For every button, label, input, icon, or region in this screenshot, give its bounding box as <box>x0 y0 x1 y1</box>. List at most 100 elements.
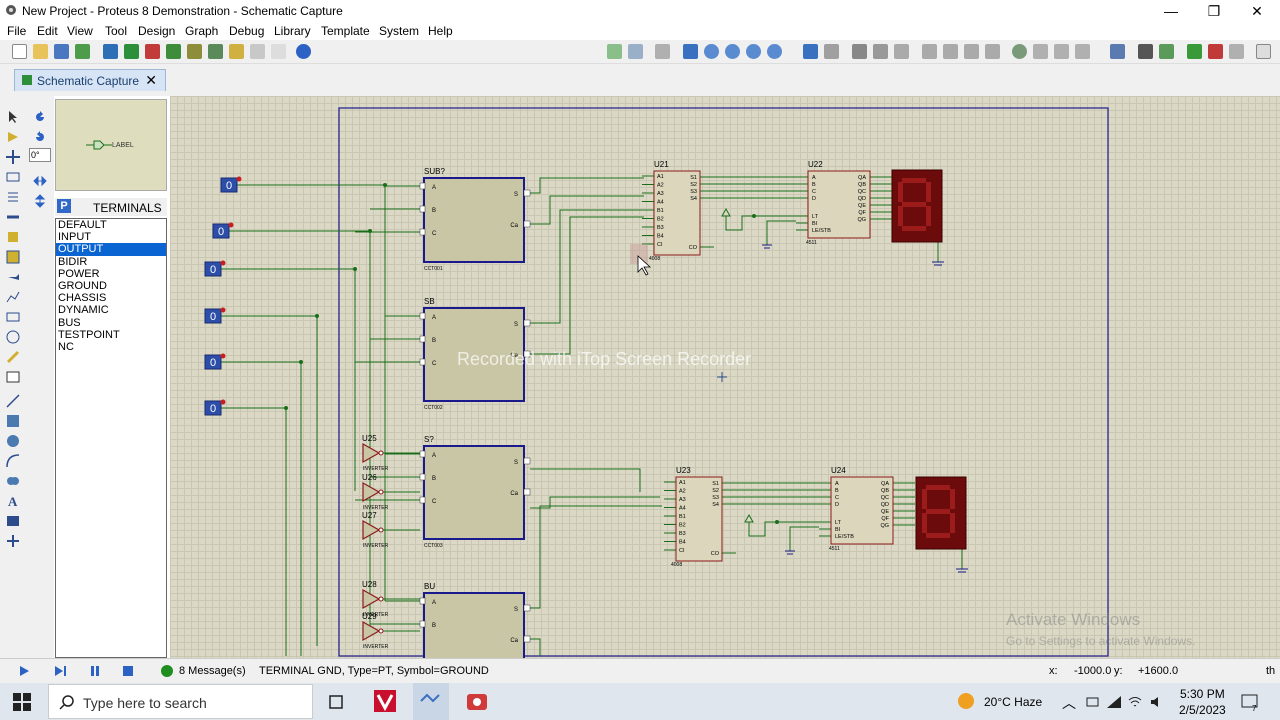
inverter-gate[interactable] <box>362 442 381 464</box>
block-id[interactable]: CCT001 <box>424 266 443 272</box>
property-assign-icon[interactable] <box>1159 44 1174 59</box>
zoom-area-icon[interactable] <box>767 44 782 59</box>
list-item[interactable]: TESTPOINT <box>56 329 166 341</box>
ic-pin-label[interactable]: B3 <box>657 225 664 231</box>
terminals-mode-icon[interactable] <box>6 250 20 264</box>
ic-pin-label[interactable]: LT <box>835 520 842 526</box>
text-2d-icon[interactable]: A <box>6 494 20 508</box>
ic-pin-label[interactable]: A1 <box>657 174 664 180</box>
menu-view[interactable]: View <box>67 24 93 38</box>
logic-input-value[interactable]: 0 <box>218 226 224 238</box>
schematic-canvas[interactable]: 0 0 0 0 0 0 SUB? CCT001 A B C S Ca SB CCT002 A B C S Ca S? CC… <box>170 96 1280 658</box>
inverter-type[interactable]: INVERTER <box>363 644 389 650</box>
inverter-ref[interactable]: U28 <box>362 580 377 589</box>
ic-pin-label[interactable]: D <box>835 502 839 508</box>
bom-icon[interactable] <box>229 44 244 59</box>
search-tag-icon[interactable] <box>1138 44 1153 59</box>
block-input-port[interactable] <box>419 358 426 366</box>
block-pin-label[interactable]: C <box>432 231 437 237</box>
subcircuit-mode-icon[interactable] <box>6 230 20 244</box>
selection-mode-icon[interactable] <box>6 110 20 124</box>
ic-pin-label[interactable]: S2 <box>712 488 719 494</box>
inverter-gate[interactable] <box>362 519 381 541</box>
block-pin-label[interactable]: A <box>432 185 436 191</box>
block-delete-icon[interactable] <box>985 44 1000 59</box>
block-input-port[interactable] <box>419 620 426 628</box>
undo-icon[interactable] <box>803 44 818 59</box>
pause-button[interactable] <box>88 664 102 678</box>
menu-system[interactable]: System <box>379 24 419 38</box>
block-name[interactable]: BU <box>424 582 435 591</box>
ic-pin-label[interactable]: B1 <box>657 208 664 214</box>
ic-pin-label[interactable]: CI <box>679 548 685 554</box>
ic-pin-label[interactable]: CO <box>689 245 698 251</box>
list-item[interactable]: INPUT <box>56 231 166 243</box>
zoom-in-icon[interactable] <box>704 44 719 59</box>
help-icon[interactable] <box>296 44 311 59</box>
inverter-bubble[interactable] <box>378 596 384 602</box>
block-pin-label[interactable]: C <box>432 499 437 505</box>
ic-pin-label[interactable]: A3 <box>679 497 686 503</box>
isis-taskbar-button[interactable] <box>413 683 449 720</box>
block-pin-label[interactable]: S <box>514 192 518 198</box>
subcircuit-block[interactable] <box>423 592 525 658</box>
inverter-gate[interactable] <box>362 588 381 610</box>
ic-pin-label[interactable]: B4 <box>657 234 664 240</box>
netlist-icon[interactable] <box>1256 44 1271 59</box>
component-mode-icon[interactable] <box>6 130 20 144</box>
pick-parts-icon[interactable] <box>1012 44 1027 59</box>
ic-pin-label[interactable]: B4 <box>679 540 686 546</box>
ic-pin-label[interactable]: QB <box>858 182 866 188</box>
block-pin-label[interactable]: A <box>432 600 436 606</box>
arc-2d-icon[interactable] <box>6 454 20 468</box>
inverter-type[interactable]: INVERTER <box>363 543 389 549</box>
ic-pin-label[interactable]: QA <box>858 175 866 181</box>
circle-2d-icon[interactable] <box>6 434 20 448</box>
buses-mode-icon[interactable] <box>6 210 20 224</box>
ic-pin-label[interactable]: S2 <box>690 182 697 188</box>
tab-close-icon[interactable]: ✕ <box>145 72 157 89</box>
block-pin-label[interactable]: A <box>432 315 436 321</box>
flip-vertical-icon[interactable] <box>33 194 47 208</box>
ic-pin-label[interactable]: C <box>812 189 816 195</box>
ic-pin-label[interactable]: A2 <box>679 489 686 495</box>
block-pin-label[interactable]: B <box>432 623 436 629</box>
recorder-taskbar-icon[interactable] <box>466 691 488 713</box>
ic-pin-label[interactable]: LT <box>812 214 819 220</box>
notification-icon[interactable]: 7 <box>1240 692 1260 712</box>
grid-icon[interactable] <box>628 44 643 59</box>
logic-state-indicator[interactable] <box>220 399 226 405</box>
ic-pin-label[interactable]: B2 <box>657 217 664 223</box>
menu-tool[interactable]: Tool <box>105 24 127 38</box>
list-item[interactable]: NC <box>56 341 166 353</box>
ic-ref[interactable]: U21 <box>654 160 669 169</box>
schematic-icon[interactable] <box>124 44 139 59</box>
menu-template[interactable]: Template <box>321 24 370 38</box>
3d-icon[interactable] <box>166 44 181 59</box>
block-pin-label[interactable]: Ca <box>510 491 518 497</box>
ic-pin-label[interactable]: BI <box>835 527 841 533</box>
logic-input-value[interactable]: 0 <box>226 180 232 192</box>
ic-pin-label[interactable]: QC <box>858 189 866 195</box>
virtual-instruments-icon[interactable] <box>6 370 20 384</box>
open-icon[interactable] <box>33 44 48 59</box>
box-2d-icon[interactable] <box>6 414 20 428</box>
ic-pin-label[interactable]: LE/STB <box>812 228 831 234</box>
save-icon[interactable] <box>54 44 69 59</box>
clock-time[interactable]: 5:30 PM <box>1180 687 1225 701</box>
packaging-icon[interactable] <box>1054 44 1069 59</box>
logic-state-indicator[interactable] <box>220 260 226 266</box>
block-copy-icon[interactable] <box>922 44 937 59</box>
wire-autorouter-icon[interactable] <box>1110 44 1125 59</box>
block-output-port[interactable] <box>523 635 531 643</box>
display-segment[interactable] <box>926 485 950 490</box>
ic-pin-label[interactable]: CI <box>657 242 663 248</box>
block-input-port[interactable] <box>419 182 426 190</box>
subcircuit-block[interactable] <box>423 445 525 540</box>
inverter-gate[interactable] <box>362 481 381 503</box>
flip-horizontal-icon[interactable] <box>33 174 47 188</box>
ic-pin-label[interactable]: QB <box>881 488 889 494</box>
ic-pin-label[interactable]: QG <box>857 217 866 223</box>
logic-input-value[interactable]: 0 <box>210 357 216 369</box>
block-input-port[interactable] <box>419 205 426 213</box>
